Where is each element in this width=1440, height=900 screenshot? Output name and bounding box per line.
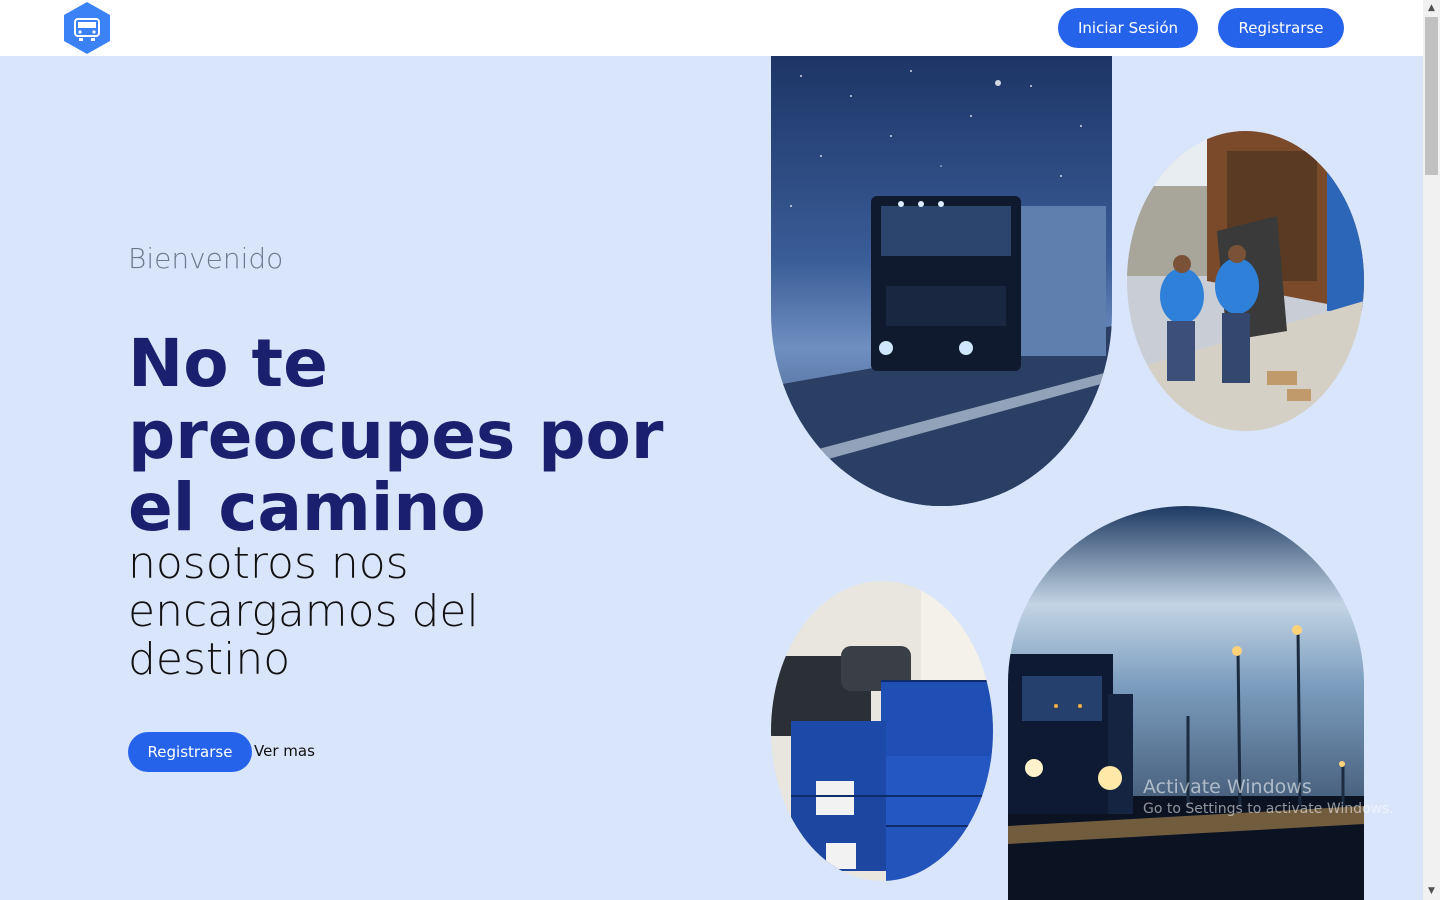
vertical-scrollbar[interactable]: ▲ ▼ [1423, 0, 1440, 900]
scroll-down-arrow-icon[interactable]: ▼ [1423, 883, 1440, 900]
hexagon-truck-logo-icon[interactable] [62, 1, 112, 55]
storage-boxes-photo [771, 581, 993, 881]
activate-windows-watermark: Activate Windows Go to Settings to activ… [1143, 776, 1394, 817]
top-navbar: Iniciar Sesión Registrarse [0, 0, 1423, 56]
scrollbar-thumb[interactable] [1425, 17, 1438, 175]
truck-night-photo [771, 56, 1112, 506]
watermark-title: Activate Windows [1143, 776, 1312, 798]
landing-page: Iniciar Sesión Registrarse Bienvenido No… [0, 0, 1423, 900]
hero-register-button[interactable]: Registrarse [128, 732, 252, 772]
see-more-link[interactable]: Ver mas [254, 742, 315, 760]
truck-dusk-photo [1008, 506, 1364, 900]
hero-subheadline: nosotros nos encargamos del destino [128, 538, 479, 685]
scroll-up-arrow-icon[interactable]: ▲ [1423, 0, 1440, 17]
hero-headline: No te preocupes por el camino [128, 325, 664, 546]
watermark-subtitle: Go to Settings to activate Windows. [1143, 801, 1394, 817]
movers-photo [1127, 131, 1364, 431]
register-button[interactable]: Registrarse [1218, 8, 1344, 48]
login-button[interactable]: Iniciar Sesión [1058, 8, 1198, 48]
welcome-text: Bienvenido [128, 242, 284, 275]
